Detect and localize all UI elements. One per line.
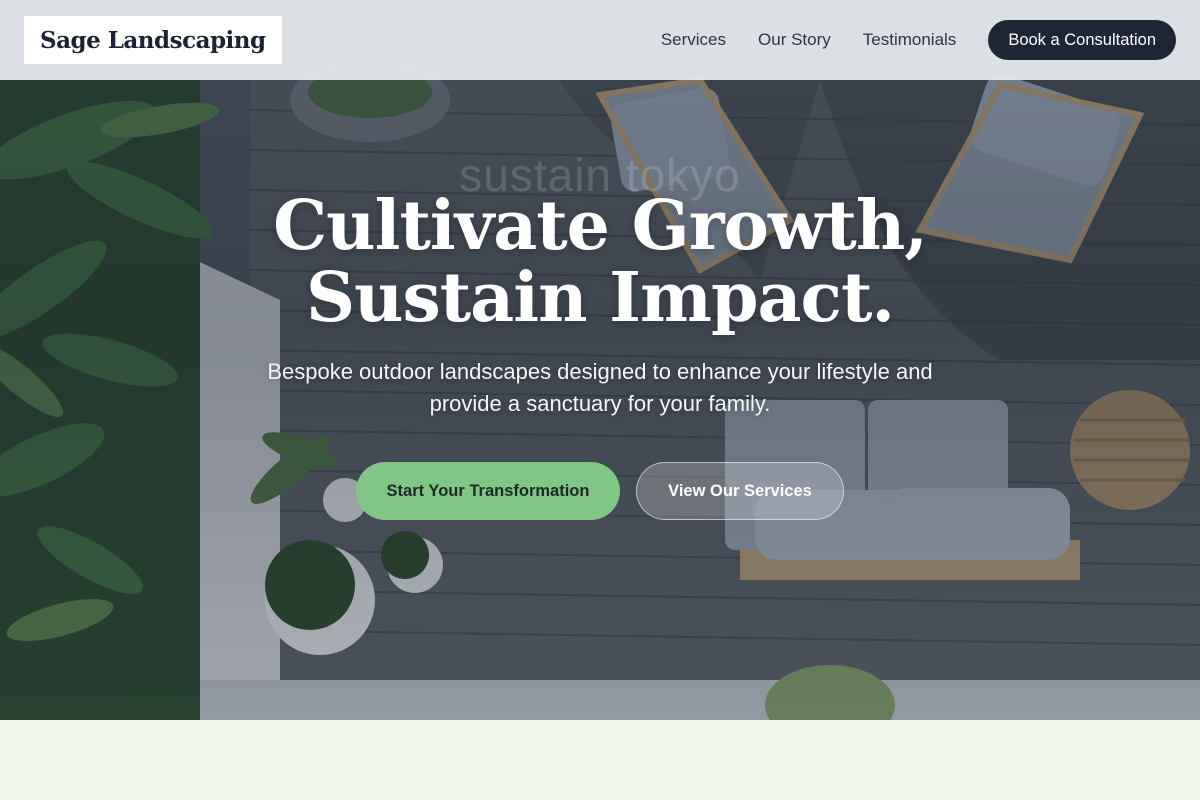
hero-content: Cultivate Growth, Sustain Impact. Bespok… <box>0 190 1200 520</box>
view-services-button[interactable]: View Our Services <box>636 462 844 520</box>
hero-headline: Cultivate Growth, Sustain Impact. <box>0 190 1200 334</box>
nav-links: Services Our Story Testimonials Book a C… <box>661 20 1176 60</box>
book-consultation-button[interactable]: Book a Consultation <box>988 20 1176 60</box>
top-navigation: Sage Landscaping Services Our Story Test… <box>0 0 1200 80</box>
hero-headline-line1: Cultivate Growth, <box>273 186 928 266</box>
hero-button-row: Start Your Transformation View Our Servi… <box>0 462 1200 520</box>
next-section <box>0 720 1200 800</box>
hero-subheading: Bespoke outdoor landscapes designed to e… <box>267 359 933 416</box>
start-transformation-button[interactable]: Start Your Transformation <box>356 462 620 520</box>
hero-headline-line2: Sustain Impact. <box>305 258 895 338</box>
nav-link-services[interactable]: Services <box>661 30 726 50</box>
nav-link-our-story[interactable]: Our Story <box>758 30 831 50</box>
nav-link-testimonials[interactable]: Testimonials <box>863 30 957 50</box>
brand-logo[interactable]: Sage Landscaping <box>24 16 282 64</box>
